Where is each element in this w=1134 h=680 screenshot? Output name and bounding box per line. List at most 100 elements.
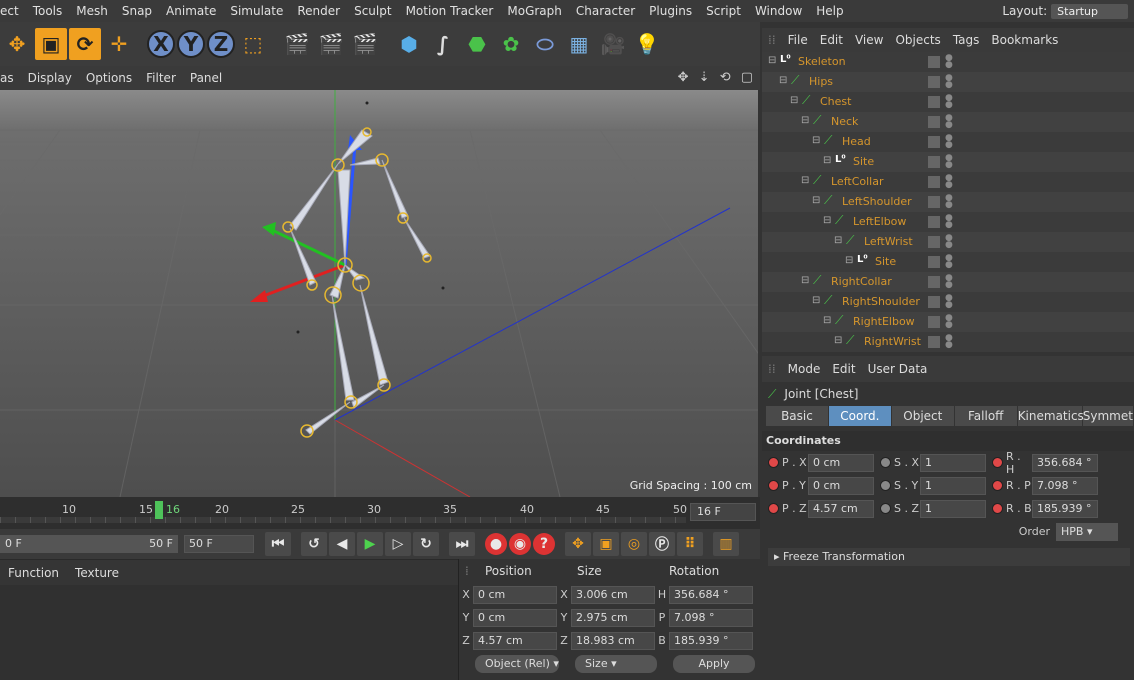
cube-icon[interactable]: ⬢ [393, 28, 425, 60]
object-row[interactable]: ⊟ ⟋ LeftShoulder ● ● [762, 192, 1134, 212]
tree-expand-icon[interactable]: ⊟ [801, 115, 809, 126]
keyframe-selection-button[interactable]: ? [533, 533, 555, 555]
apply-button[interactable]: Apply [673, 654, 755, 673]
visibility-dots-icon[interactable]: ● ● [945, 274, 953, 290]
object-manager-menu-item[interactable]: Bookmarks [985, 33, 1064, 47]
layer-toggle-icon[interactable] [928, 76, 940, 88]
material-menu-item[interactable]: Function [0, 566, 67, 580]
object-name[interactable]: Site [853, 155, 874, 168]
size-field[interactable]: 2.975 cm [571, 608, 655, 627]
object-row[interactable]: ⊟ ⟋ LeftElbow ● ● [762, 212, 1134, 232]
record-parameter-button[interactable]: Ⓟ [649, 532, 675, 556]
menu-item[interactable]: ect [0, 0, 26, 22]
animation-key-icon[interactable] [880, 503, 891, 514]
attribute-menu-item[interactable]: Edit [826, 362, 861, 376]
scale-icon[interactable]: ▣ [35, 28, 67, 60]
object-name[interactable]: RightElbow [853, 315, 915, 328]
goto-next-key-button[interactable]: ↻ [413, 532, 439, 556]
animation-key-icon[interactable] [880, 480, 891, 491]
render-settings-icon[interactable]: 🎬 [349, 28, 381, 60]
rotation-field[interactable]: 7.098 ° [669, 608, 753, 627]
layer-toggle-icon[interactable] [928, 116, 940, 128]
object-row[interactable]: ⊟ ⟋ Head ● ● [762, 132, 1134, 152]
object-name[interactable]: Hips [809, 75, 833, 88]
layer-toggle-icon[interactable] [928, 216, 940, 228]
visibility-dots-icon[interactable]: ● ● [945, 54, 953, 70]
object-name[interactable]: LeftShoulder [842, 195, 912, 208]
object-name[interactable]: RightCollar [831, 275, 892, 288]
rotation-field[interactable]: 356.684 ° [669, 585, 753, 604]
goto-start-button[interactable]: ⏮ [265, 532, 291, 556]
viewport-menu-item[interactable]: Filter [139, 71, 183, 85]
coord-size-select[interactable]: Size ▾ [575, 654, 657, 673]
tab-coord[interactable]: Coord. [828, 406, 891, 426]
visibility-dots-icon[interactable]: ● ● [945, 294, 953, 310]
current-frame-field[interactable]: 16 F [690, 503, 756, 521]
menu-item[interactable]: Mesh [69, 0, 115, 22]
size-field[interactable]: 18.983 cm [571, 631, 655, 650]
record-active-button[interactable]: ● [485, 533, 507, 555]
menu-item[interactable]: Motion Tracker [399, 0, 501, 22]
move-icon[interactable]: ✥ [1, 28, 33, 60]
object-row[interactable]: ⊟ L⁰ Site ● ● [762, 152, 1134, 172]
rotation-param-field[interactable]: 7.098 ° [1032, 476, 1098, 495]
layer-toggle-icon[interactable] [928, 316, 940, 328]
animation-key-icon[interactable] [992, 480, 1003, 491]
step-forward-button[interactable]: ▷ [385, 532, 411, 556]
z-axis-icon[interactable]: Z [207, 30, 235, 58]
position-field[interactable]: 0 cm [473, 608, 557, 627]
scale-param-field[interactable]: 1 [920, 499, 986, 518]
object-name[interactable]: LeftWrist [864, 235, 913, 248]
menu-item[interactable]: Render [290, 0, 347, 22]
tab-symmet[interactable]: Symmet [1082, 406, 1133, 426]
viewport[interactable]: Grid Spacing : 100 cm [0, 90, 758, 497]
object-name[interactable]: Head [842, 135, 871, 148]
animation-key-icon[interactable] [768, 480, 779, 491]
floor-icon[interactable]: ▦ [563, 28, 595, 60]
layer-toggle-icon[interactable] [928, 196, 940, 208]
menu-item[interactable]: MoGraph [500, 0, 569, 22]
visibility-dots-icon[interactable]: ● ● [945, 74, 953, 90]
viewport-menu-item[interactable]: Options [79, 71, 139, 85]
render-picture-queue-icon[interactable]: 🎬 [315, 28, 347, 60]
object-row[interactable]: ⊟ ⟋ Neck ● ● [762, 112, 1134, 132]
menu-item[interactable]: Script [699, 0, 748, 22]
object-row[interactable]: ⊟ ⟋ RightShoulder ● ● [762, 292, 1134, 312]
record-pla-button[interactable]: ⠿ [677, 532, 703, 556]
layer-toggle-icon[interactable] [928, 136, 940, 148]
position-param-field[interactable]: 0 cm [808, 453, 874, 472]
timeline-ruler[interactable] [0, 517, 686, 523]
timeline-window-icon[interactable]: ▥ [713, 532, 739, 556]
step-back-button[interactable]: ◀ [329, 532, 355, 556]
tree-expand-icon[interactable]: ⊟ [801, 175, 809, 186]
freeze-transformation-group[interactable]: ▸ Freeze Transformation [768, 548, 1130, 566]
tab-falloff[interactable]: Falloff [954, 406, 1017, 426]
material-manager[interactable] [0, 585, 458, 680]
menu-item[interactable]: Sculpt [347, 0, 398, 22]
play-button[interactable]: ▶ [357, 532, 383, 556]
tree-expand-icon[interactable]: ⊟ [845, 255, 853, 266]
y-axis-icon[interactable]: Y [177, 30, 205, 58]
object-row[interactable]: ⊟ L⁰ Site ● ● [762, 252, 1134, 272]
object-row[interactable]: ⊟ ⟋ LeftCollar ● ● [762, 172, 1134, 192]
record-position-button[interactable]: ✥ [565, 532, 591, 556]
layer-toggle-icon[interactable] [928, 276, 940, 288]
visibility-dots-icon[interactable]: ● ● [945, 134, 953, 150]
rotation-field[interactable]: 185.939 ° [669, 631, 753, 650]
menu-item[interactable]: Character [569, 0, 642, 22]
animation-key-icon[interactable] [880, 457, 891, 468]
layer-toggle-icon[interactable] [928, 176, 940, 188]
visibility-dots-icon[interactable]: ● ● [945, 234, 953, 250]
subdivision-icon[interactable]: ⬣ [461, 28, 493, 60]
scale-param-field[interactable]: 1 [920, 453, 986, 472]
menu-item[interactable]: Plugins [642, 0, 699, 22]
coord-mode-select[interactable]: Object (Rel) ▾ [475, 654, 559, 673]
object-manager-menu-item[interactable]: View [849, 33, 889, 47]
viewport-menu-item[interactable]: Panel [183, 71, 229, 85]
object-name[interactable]: RightWrist [864, 335, 921, 348]
tab-kinematics[interactable]: Kinematics [1017, 406, 1084, 426]
camera-icon[interactable]: 🎥 [597, 28, 629, 60]
render-view-icon[interactable]: 🎬 [281, 28, 313, 60]
timeline[interactable]: 16 16 F 10 15 20 25 30 35 40 45 50 [0, 497, 760, 529]
menu-item[interactable]: Snap [115, 0, 159, 22]
